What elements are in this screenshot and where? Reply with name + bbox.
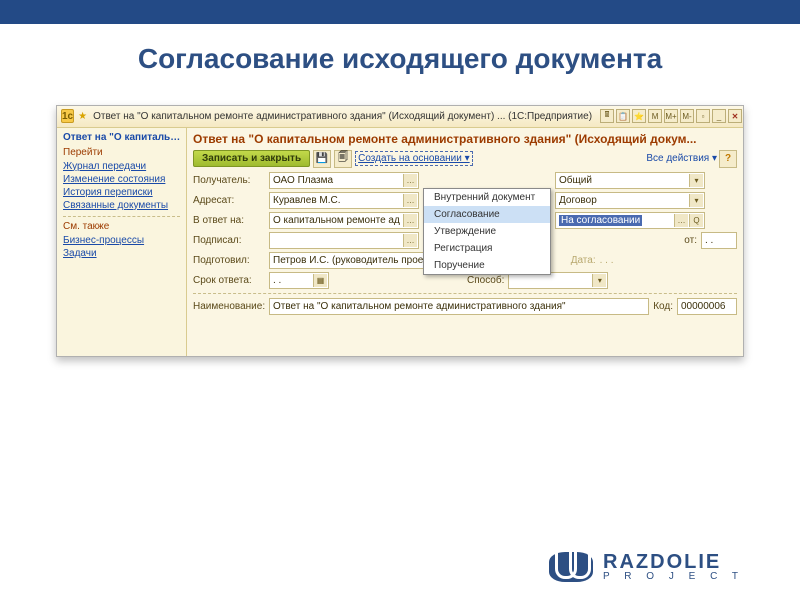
lookup-icon[interactable]: … (403, 214, 417, 227)
dropdown-icon[interactable]: ▾ (592, 274, 606, 287)
star-icon[interactable]: ★ (78, 109, 87, 123)
date-value: . . . (600, 255, 614, 266)
tool-m[interactable]: M (648, 109, 662, 123)
dd-registration[interactable]: Регистрация (424, 240, 550, 257)
dropdown-icon[interactable]: ▾ (689, 194, 703, 207)
main-panel: Ответ на "О капитальном ремонте админист… (187, 128, 743, 356)
name-label: Наименование: (193, 301, 265, 312)
window-restore-icon[interactable]: ▫ (696, 109, 710, 123)
titlebar-tools: 🖩 📋 ⭐ M M+ M- ▫ _ ✕ (600, 109, 742, 123)
recipient-label: Получатель: (193, 175, 265, 186)
code-label: Код: (653, 301, 673, 312)
app-window: 1c ★ Ответ на "О капитальном ремонте адм… (56, 105, 744, 357)
calendar-icon[interactable]: ▦ (313, 274, 327, 287)
due-label: Срок ответа: (193, 275, 265, 286)
dd-assignment[interactable]: Поручение (424, 257, 550, 274)
lookup-icon[interactable]: … (403, 234, 417, 247)
method-label: Способ: (467, 275, 504, 286)
logo-mark-icon (549, 552, 593, 582)
prepared-label: Подготовил: (193, 255, 265, 266)
recipient-input[interactable]: ОАО Плазма… (269, 172, 419, 189)
dd-internal-doc[interactable]: Внутренний документ (424, 189, 550, 206)
create-based-on-button[interactable]: Создать на основании ▾ (355, 151, 473, 166)
from-input[interactable]: . . (701, 232, 737, 249)
date-label: Дата: (571, 255, 596, 266)
create-based-on-dropdown: Внутренний документ Согласование Утвержд… (423, 188, 551, 275)
print-icon[interactable]: 🗐 (334, 150, 352, 168)
status-input[interactable]: На согласовании…Q (555, 212, 705, 229)
window-minimize-icon[interactable]: _ (712, 109, 726, 123)
due-input[interactable]: . .▦ (269, 272, 329, 289)
window-title: Ответ на "О капитальном ремонте админист… (93, 111, 592, 122)
window-titlebar: 1c ★ Ответ на "О капитальном ремонте адм… (57, 106, 743, 128)
replyto-label: В ответ на: (193, 215, 265, 226)
open-icon[interactable]: Q (689, 214, 703, 227)
from-label: от: (684, 235, 697, 246)
sidebar-link-processes[interactable]: Бизнес-процессы (63, 234, 180, 247)
addressee-input[interactable]: Куравлев М.С.… (269, 192, 419, 209)
replyto-input[interactable]: О капитальном ремонте ад… (269, 212, 419, 229)
brand-subtitle: P R O J E C T (603, 571, 744, 582)
name-input[interactable]: Ответ на "О капитальном ремонте админист… (269, 298, 649, 315)
save-icon[interactable]: 💾 (313, 150, 331, 168)
tool-clip-icon[interactable]: 📋 (616, 109, 630, 123)
slide-topbar (0, 0, 800, 24)
lookup-icon[interactable]: … (403, 194, 417, 207)
sidebar-link-tasks[interactable]: Задачи (63, 247, 180, 260)
help-icon[interactable]: ? (719, 150, 737, 168)
group-input[interactable]: Общий▾ (555, 172, 705, 189)
kind-input[interactable]: Договор▾ (555, 192, 705, 209)
sidebar-title: Ответ на "О капиталь… (63, 132, 180, 143)
sidebar-divider (63, 216, 180, 217)
sidebar-section-go: Перейти (63, 147, 180, 158)
lookup-icon[interactable]: … (674, 214, 688, 227)
slide-title: Согласование исходящего документа (0, 24, 800, 105)
sidebar-link-journal[interactable]: Журнал передачи (63, 160, 180, 173)
window-close-icon[interactable]: ✕ (728, 109, 742, 123)
brand-logo: RAZDOLIE P R O J E C T (549, 552, 744, 582)
signed-input[interactable]: … (269, 232, 419, 249)
form-title: Ответ на "О капитальном ремонте админист… (193, 132, 737, 146)
dropdown-icon[interactable]: ▾ (689, 174, 703, 187)
form-toolbar: Записать и закрыть 💾 🗐 Создать на основа… (193, 150, 737, 168)
tool-fav-icon[interactable]: ⭐ (632, 109, 646, 123)
dd-approval[interactable]: Согласование (424, 206, 550, 223)
sidebar-link-history[interactable]: История переписки (63, 186, 180, 199)
tool-calc-icon[interactable]: 🖩 (600, 109, 614, 123)
code-input[interactable]: 00000006 (677, 298, 737, 315)
all-actions-button[interactable]: Все действия ▾ (646, 153, 717, 164)
sidebar-link-status-change[interactable]: Изменение состояния (63, 173, 180, 186)
signed-label: Подписал: (193, 235, 265, 246)
lookup-icon[interactable]: … (403, 174, 417, 187)
sidebar-section-see: См. также (63, 221, 180, 232)
tool-mminus[interactable]: M- (680, 109, 694, 123)
dd-confirmation[interactable]: Утверждение (424, 223, 550, 240)
brand-name: RAZDOLIE (603, 553, 744, 571)
sidebar: Ответ на "О капиталь… Перейти Журнал пер… (57, 128, 187, 356)
tool-mplus[interactable]: M+ (664, 109, 678, 123)
save-and-close-button[interactable]: Записать и закрыть (193, 150, 310, 167)
app-icon: 1c (61, 109, 74, 123)
addressee-label: Адресат: (193, 195, 265, 206)
sidebar-link-related[interactable]: Связанные документы (63, 199, 180, 212)
